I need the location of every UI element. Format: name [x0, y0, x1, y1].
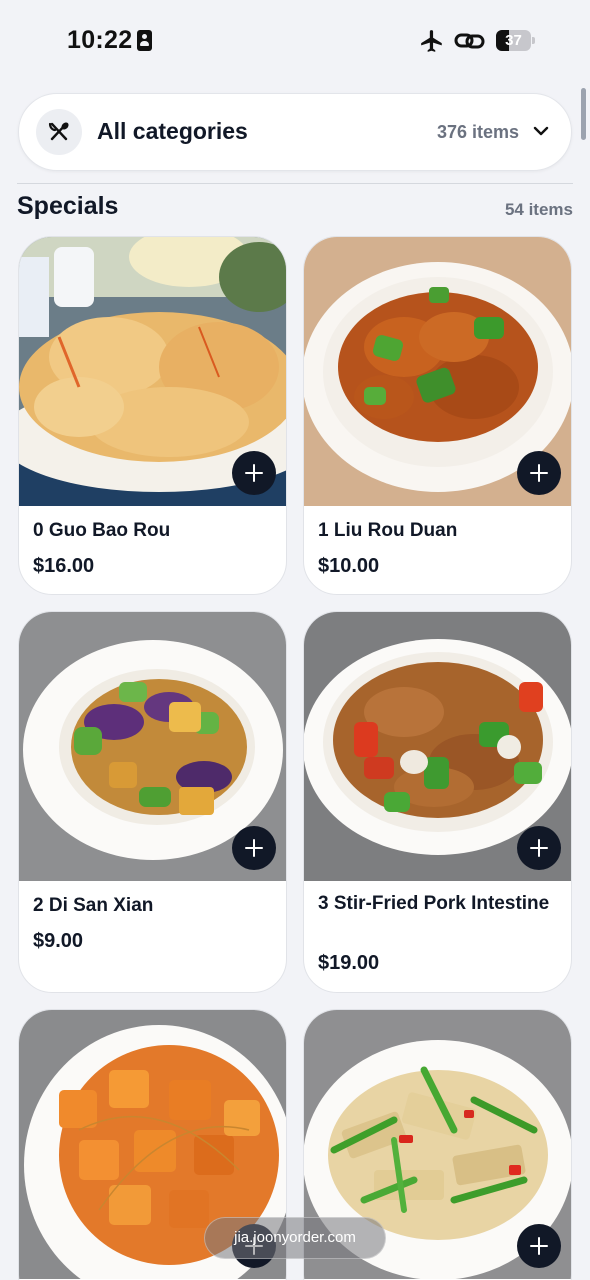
- browser-url-pill[interactable]: jia.joonyorder.com: [204, 1217, 386, 1259]
- product-card[interactable]: 1 Liu Rou Duan $10.00: [303, 236, 572, 595]
- product-card[interactable]: 3 Stir-Fried Pork Intestine $19.00: [303, 611, 572, 993]
- scrollbar[interactable]: [581, 88, 586, 140]
- battery-level: 37: [505, 32, 522, 49]
- link-icon: [454, 33, 485, 49]
- section-item-count: 54 items: [504, 200, 573, 219]
- product-name: 1 Liu Rou Duan: [318, 520, 458, 541]
- status-bar: 10:22 37: [0, 0, 590, 80]
- product-name: 3 Stir-Fried Pork Intestine: [318, 893, 550, 914]
- add-to-cart-button[interactable]: [232, 451, 276, 495]
- airplane-icon: [421, 30, 442, 52]
- add-to-cart-button[interactable]: [232, 826, 276, 870]
- product-price: $19.00: [318, 952, 380, 974]
- category-label: All categories: [97, 118, 248, 144]
- product-price: $9.00: [33, 930, 84, 952]
- product-price: $16.00: [33, 555, 95, 577]
- status-time: 10:22: [67, 26, 133, 54]
- id-card-icon: [137, 30, 152, 51]
- battery-icon: 37: [496, 30, 535, 51]
- product-card[interactable]: 0 Guo Bao Rou $16.00: [18, 236, 287, 595]
- utensils-icon: [36, 109, 82, 155]
- category-item-count: 376 items: [436, 122, 519, 142]
- divider: [17, 183, 573, 184]
- product-name: 2 Di San Xian: [33, 895, 154, 916]
- add-to-cart-button[interactable]: [517, 826, 561, 870]
- product-card[interactable]: 2 Di San Xian $9.00: [18, 611, 287, 993]
- product-price: $10.00: [318, 555, 380, 577]
- add-to-cart-button[interactable]: [517, 451, 561, 495]
- chevron-down-icon: [533, 126, 549, 136]
- add-to-cart-button[interactable]: [517, 1224, 561, 1268]
- category-selector[interactable]: All categories 376 items: [18, 93, 572, 171]
- section-title: Specials: [17, 192, 119, 220]
- product-name: 0 Guo Bao Rou: [33, 520, 171, 541]
